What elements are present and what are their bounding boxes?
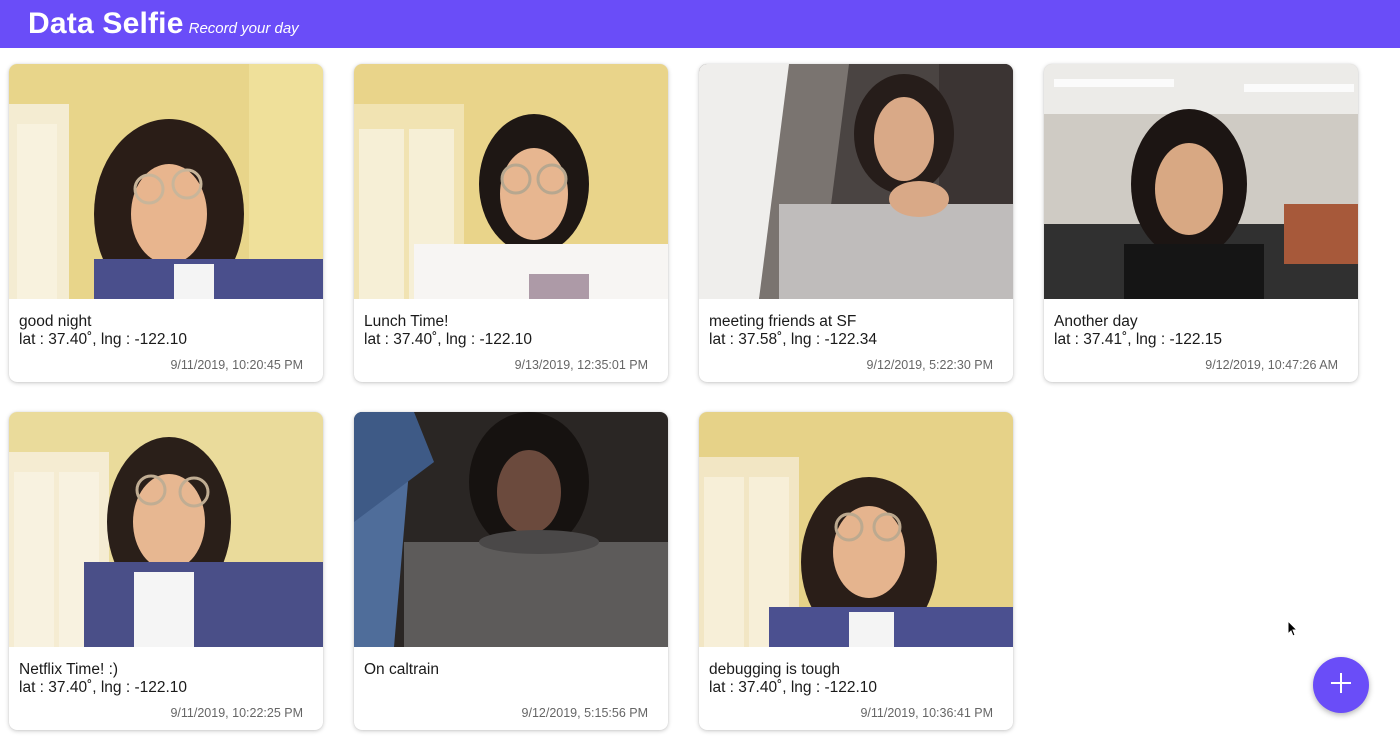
- brand: Data Selfie Record your day: [28, 7, 299, 41]
- card-timestamp: 9/12/2019, 5:15:56 PM: [521, 706, 648, 720]
- card-timestamp: 9/13/2019, 12:35:01 PM: [514, 358, 648, 372]
- card-location: lat : 37.40˚, lng : -122.10: [19, 331, 188, 348]
- card-caption: good night lat : 37.40˚, lng : -122.10: [9, 299, 323, 349]
- card-timestamp: 9/12/2019, 5:22:30 PM: [866, 358, 993, 372]
- selfie-card[interactable]: Another day lat : 37.41˚, lng : -122.15 …: [1044, 64, 1358, 382]
- selfie-card[interactable]: Lunch Time! lat : 37.40˚, lng : -122.10 …: [354, 64, 668, 382]
- add-entry-button[interactable]: [1313, 657, 1369, 713]
- plus-icon: [1329, 671, 1353, 700]
- card-timestamp: 9/11/2019, 10:22:25 PM: [170, 706, 303, 720]
- selfie-card[interactable]: Netflix Time! :) lat : 37.40˚, lng : -12…: [9, 412, 323, 730]
- selfie-card[interactable]: good night lat : 37.40˚, lng : -122.10 9…: [9, 64, 323, 382]
- card-title: Netflix Time! :): [19, 661, 119, 678]
- selfie-photo: [9, 412, 323, 647]
- app-subtitle: Record your day: [188, 20, 299, 37]
- selfie-card[interactable]: meeting friends at SF lat : 37.58˚, lng …: [699, 64, 1013, 382]
- selfie-photo: [354, 412, 668, 647]
- card-title: meeting friends at SF: [709, 313, 857, 330]
- selfie-photo: [699, 412, 1013, 647]
- card-timestamp: 9/11/2019, 10:36:41 PM: [860, 706, 993, 720]
- card-caption: debugging is tough lat : 37.40˚, lng : -…: [699, 647, 1013, 697]
- selfie-card[interactable]: debugging is tough lat : 37.40˚, lng : -…: [699, 412, 1013, 730]
- card-timestamp: 9/11/2019, 10:20:45 PM: [170, 358, 303, 372]
- card-location: lat : 37.40˚, lng : -122.10: [19, 679, 188, 696]
- selfie-photo: [9, 64, 323, 299]
- card-location: lat : 37.58˚, lng : -122.34: [709, 331, 878, 348]
- card-title: On caltrain: [364, 661, 439, 678]
- selfie-photo: [1044, 64, 1358, 299]
- card-caption: meeting friends at SF lat : 37.58˚, lng …: [699, 299, 1013, 349]
- app-header: Data Selfie Record your day: [0, 0, 1400, 48]
- card-title: Another day: [1054, 313, 1138, 330]
- card-location: lat : 37.41˚, lng : -122.15: [1054, 331, 1223, 348]
- card-location: lat : 37.40˚, lng : -122.10: [364, 331, 533, 348]
- card-title: Lunch Time!: [364, 313, 449, 330]
- app-title: Data Selfie: [28, 7, 184, 40]
- card-timestamp: 9/12/2019, 10:47:26 AM: [1205, 358, 1338, 372]
- card-title: debugging is tough: [709, 661, 841, 678]
- card-caption: Netflix Time! :) lat : 37.40˚, lng : -12…: [9, 647, 323, 697]
- mouse-cursor-icon: [1287, 619, 1299, 643]
- selfie-photo: [354, 64, 668, 299]
- card-caption: Lunch Time! lat : 37.40˚, lng : -122.10: [354, 299, 668, 349]
- card-caption: Another day lat : 37.41˚, lng : -122.15: [1044, 299, 1358, 349]
- selfie-card[interactable]: On caltrain 9/12/2019, 5:15:56 PM: [354, 412, 668, 730]
- card-title: good night: [19, 313, 92, 330]
- card-caption: On caltrain: [354, 647, 668, 679]
- selfie-photo: [699, 64, 1013, 299]
- card-location: lat : 37.40˚, lng : -122.10: [709, 679, 878, 696]
